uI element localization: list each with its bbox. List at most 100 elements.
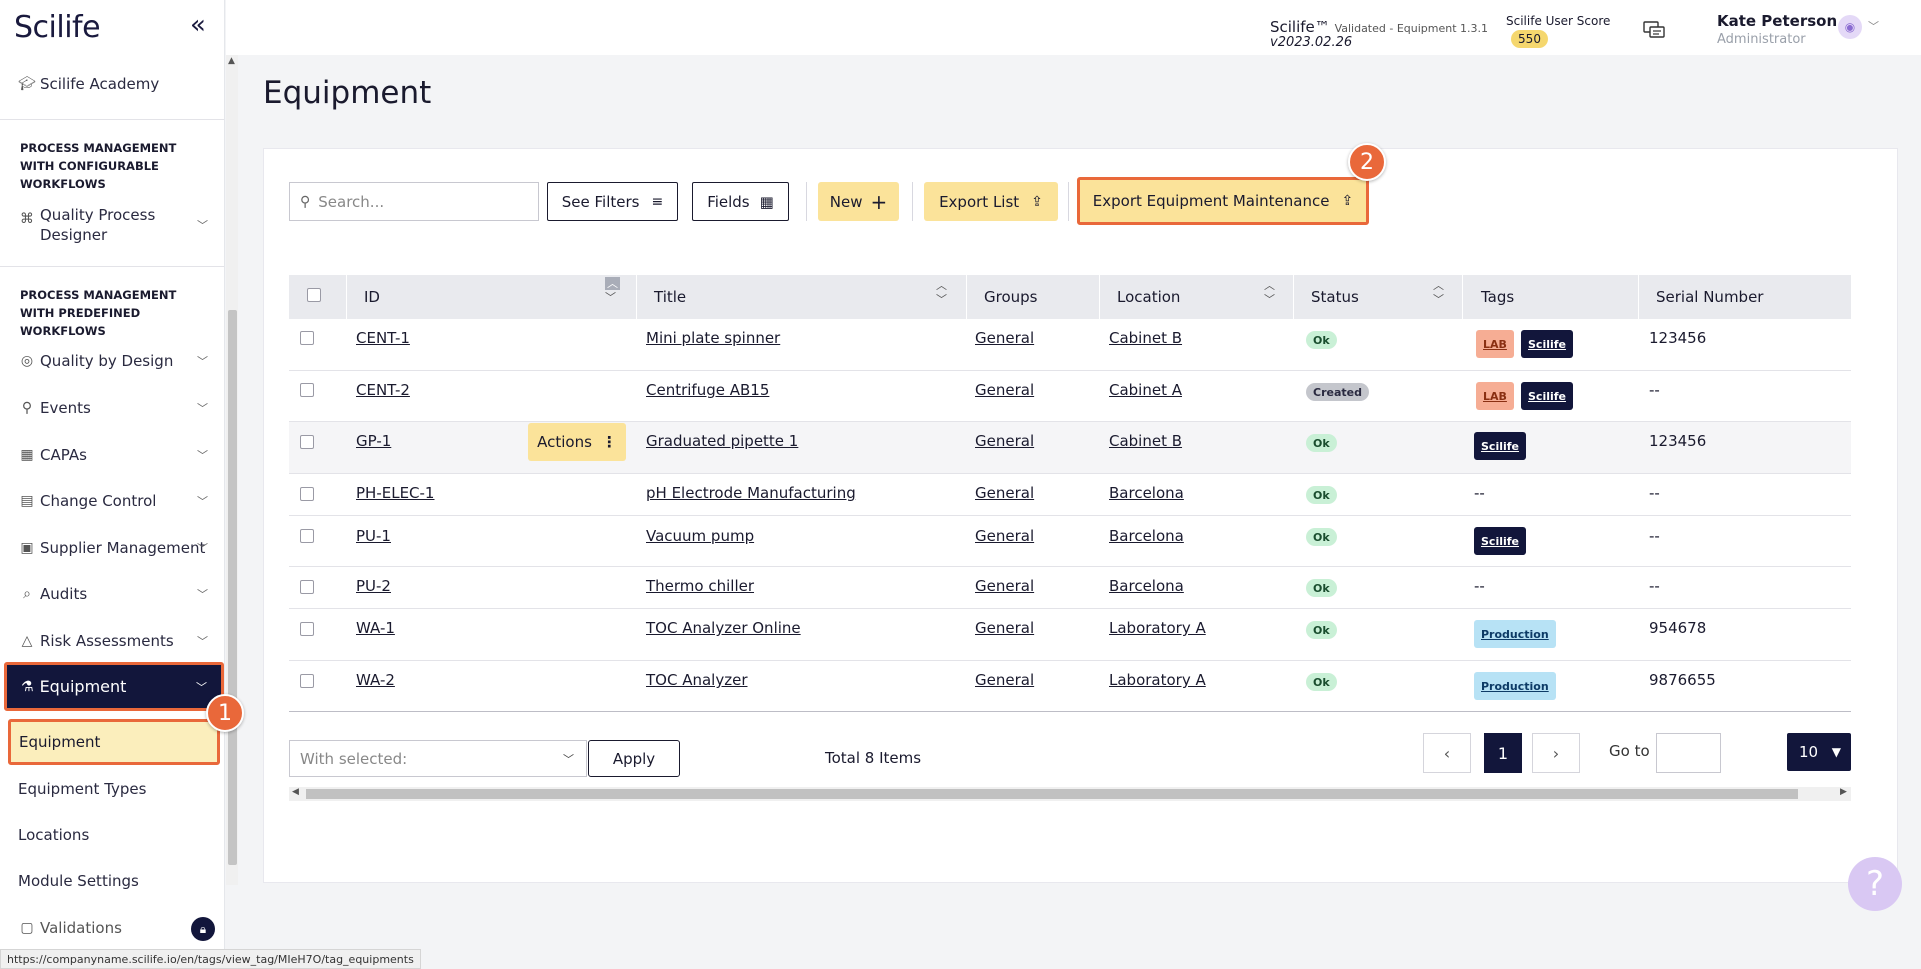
column-header-title[interactable]: Title <box>654 275 686 319</box>
equipment-id-link[interactable]: PU-2 <box>356 577 391 595</box>
sidebar-item-validations[interactable]: ▢ Validations <box>18 919 208 937</box>
group-link[interactable]: General <box>975 671 1034 689</box>
tag-scilife[interactable]: Scilife <box>1521 382 1574 410</box>
tag-lab[interactable]: LAB <box>1476 330 1514 358</box>
sidebar-item-academy[interactable]: 🎓︎ Scilife Academy <box>18 75 208 93</box>
column-header-tags[interactable]: Tags <box>1481 275 1514 319</box>
sidebar-item-quality-by-design[interactable]: ◎ Quality by Design ﹀ <box>18 352 208 370</box>
sidebar-item-change-control[interactable]: ▤ Change Control ﹀ <box>18 492 208 510</box>
equipment-title-link[interactable]: Centrifuge AB15 <box>646 381 769 399</box>
export-equipment-maintenance-button[interactable]: Export Equipment Maintenance ⇪ <box>1077 177 1369 225</box>
sidebar-scrollbar-thumb[interactable] <box>228 310 237 865</box>
tag-production[interactable]: Production <box>1474 672 1556 700</box>
page-size-select[interactable]: 10 ▼ <box>1787 733 1851 771</box>
column-header-id[interactable]: ID <box>364 275 380 319</box>
location-link[interactable]: Cabinet A <box>1109 381 1182 399</box>
group-link[interactable]: General <box>975 484 1034 502</box>
equipment-title-link[interactable]: TOC Analyzer <box>646 671 747 689</box>
with-selected-dropdown[interactable]: With selected: ﹀ <box>289 740 587 777</box>
equipment-title-link[interactable]: Thermo chiller <box>646 577 754 595</box>
sidebar-item-events[interactable]: ⚲ Events ﹀ <box>18 399 208 417</box>
location-link[interactable]: Laboratory A <box>1109 671 1206 689</box>
group-link[interactable]: General <box>975 432 1034 450</box>
help-icon[interactable]: ? <box>1848 857 1902 911</box>
sidebar-subitem-locations[interactable]: Locations <box>18 826 89 844</box>
group-link[interactable]: General <box>975 381 1034 399</box>
apply-button[interactable]: Apply <box>588 740 680 777</box>
export-list-button[interactable]: Export List ⇪ <box>924 182 1058 221</box>
sidebar-item-equipment[interactable]: ⚗ Equipment ﹀ <box>4 662 224 711</box>
column-header-groups[interactable]: Groups <box>984 275 1037 319</box>
page-1-button[interactable]: 1 <box>1484 733 1522 773</box>
tag-production[interactable]: Production <box>1474 620 1556 648</box>
location-link[interactable]: Barcelona <box>1109 527 1184 545</box>
goto-page-input[interactable] <box>1656 733 1721 773</box>
tag-lab[interactable]: LAB <box>1476 382 1514 410</box>
equipment-id-link[interactable]: WA-1 <box>356 619 395 637</box>
equipment-id-link[interactable]: PU-1 <box>356 527 391 545</box>
equipment-title-link[interactable]: TOC Analyzer Online <box>646 619 801 637</box>
equipment-title-link[interactable]: Graduated pipette 1 <box>646 432 798 450</box>
location-link[interactable]: Laboratory A <box>1109 619 1206 637</box>
row-checkbox[interactable] <box>300 383 314 397</box>
row-checkbox[interactable] <box>300 487 314 501</box>
row-checkbox[interactable] <box>300 622 314 636</box>
location-link[interactable]: Barcelona <box>1109 484 1184 502</box>
sidebar-item-capas[interactable]: ▦ CAPAs ﹀ <box>18 446 208 464</box>
sort-icon[interactable]: ︿ ﹀ <box>605 277 620 305</box>
row-checkbox[interactable] <box>300 435 314 449</box>
group-link[interactable]: General <box>975 527 1034 545</box>
equipment-id-link[interactable]: CENT-2 <box>356 381 410 399</box>
sidebar-subitem-equipment-types[interactable]: Equipment Types <box>18 780 146 798</box>
table-scrollbar-thumb[interactable] <box>306 789 1798 799</box>
chevron-down-icon[interactable]: ﹀ <box>1868 18 1879 34</box>
column-header-serial-number[interactable]: Serial Number <box>1656 275 1763 319</box>
sidebar-subitem-equipment[interactable]: Equipment <box>8 719 220 765</box>
location-link[interactable]: Barcelona <box>1109 577 1184 595</box>
equipment-id-link[interactable]: WA-2 <box>356 671 395 689</box>
search-input[interactable]: ⚲ Search... <box>289 182 539 221</box>
scilife-logo[interactable]: Scilife <box>14 10 101 45</box>
chat-icon[interactable] <box>1643 21 1665 39</box>
equipment-id-link[interactable]: PH-ELEC-1 <box>356 484 434 502</box>
tag-scilife[interactable]: Scilife <box>1474 432 1527 460</box>
equipment-id-link[interactable]: CENT-1 <box>356 329 410 347</box>
location-link[interactable]: Cabinet B <box>1109 432 1182 450</box>
equipment-id-link[interactable]: GP-1 <box>356 432 391 450</box>
row-actions-button[interactable]: Actions ⋮ <box>528 423 626 461</box>
group-link[interactable]: General <box>975 329 1034 347</box>
equipment-title-link[interactable]: pH Electrode Manufacturing <box>646 484 856 502</box>
tag-scilife[interactable]: Scilife <box>1521 330 1574 358</box>
column-header-location[interactable]: Location <box>1117 275 1180 319</box>
sidebar-item-supplier-management[interactable]: ▣ Supplier Management ﹀ <box>18 539 208 557</box>
row-checkbox[interactable] <box>300 529 314 543</box>
row-checkbox[interactable] <box>300 674 314 688</box>
select-all-checkbox[interactable] <box>307 288 321 302</box>
sort-icon[interactable]: ︿ ﹀ <box>1433 279 1444 307</box>
row-checkbox[interactable] <box>300 580 314 594</box>
sidebar-item-quality-process-designer[interactable]: ⌘ Quality Process Designer ﹀ <box>18 205 208 245</box>
group-link[interactable]: General <box>975 577 1034 595</box>
row-checkbox[interactable] <box>300 331 314 345</box>
fields-button[interactable]: Fields ▦ <box>692 182 789 221</box>
group-link[interactable]: General <box>975 619 1034 637</box>
collapse-sidebar-icon[interactable]: « <box>190 10 206 40</box>
sidebar-item-risk-assessments[interactable]: △ Risk Assessments ﹀ <box>18 632 208 650</box>
equipment-title-link[interactable]: Vacuum pump <box>646 527 754 545</box>
next-page-button[interactable]: › <box>1532 733 1580 773</box>
column-header-status[interactable]: Status <box>1311 275 1359 319</box>
tag-scilife[interactable]: Scilife <box>1474 527 1527 555</box>
sort-icon[interactable]: ︿ ﹀ <box>1264 279 1275 307</box>
sort-icon[interactable]: ︿ ﹀ <box>936 279 947 307</box>
sidebar-item-audits[interactable]: ⌕ Audits ﹀ <box>18 585 208 603</box>
prev-page-button[interactable]: ‹ <box>1423 733 1471 773</box>
sidebar-subitem-module-settings[interactable]: Module Settings <box>18 872 139 890</box>
scroll-right-arrow-icon[interactable]: ▶ <box>1840 787 1847 797</box>
user-name[interactable]: Kate Peterson <box>1717 12 1837 30</box>
see-filters-button[interactable]: See Filters ≡ <box>547 182 678 221</box>
avatar[interactable]: ◉ <box>1838 15 1862 39</box>
equipment-title-link[interactable]: Mini plate spinner <box>646 329 780 347</box>
new-button[interactable]: New + <box>818 182 899 221</box>
scroll-left-arrow-icon[interactable]: ◀ <box>292 787 299 797</box>
location-link[interactable]: Cabinet B <box>1109 329 1182 347</box>
